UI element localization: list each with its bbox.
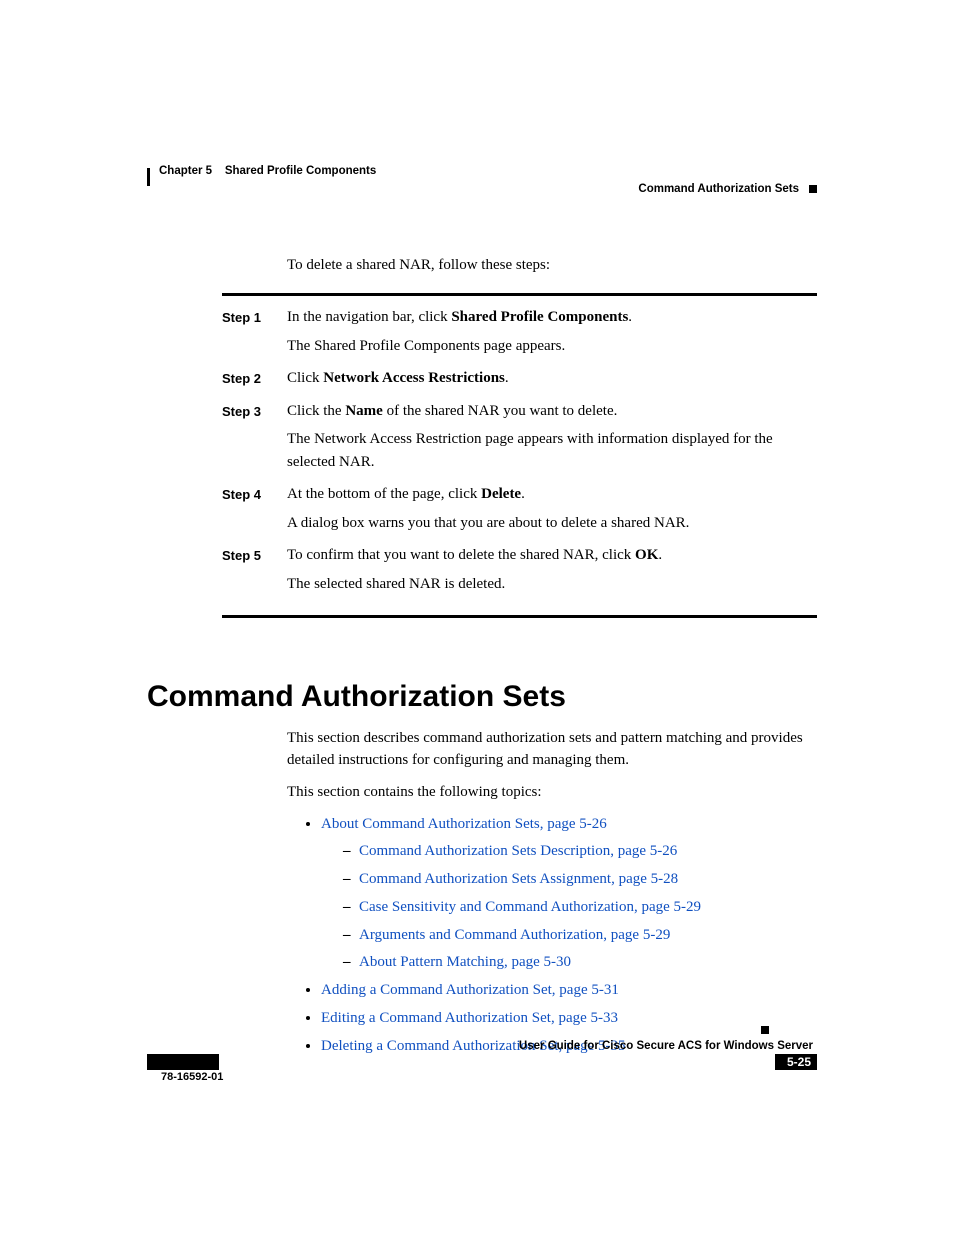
footer-bar-gap [219,1054,775,1070]
subtopic-item: Arguments and Command Authorization, pag… [343,925,817,947]
section-body: This section describes command authoriza… [287,728,817,1057]
step-body: In the navigation bar, click Shared Prof… [287,306,817,363]
step-body: At the bottom of the page, click Delete.… [287,483,817,540]
footer-bar: 78-16592-01 5-25 [147,1054,817,1070]
topic-list: About Command Authorization Sets, page 5… [287,814,817,1058]
topic-item: About Command Authorization Sets, page 5… [321,814,817,975]
step-paragraph: The Network Access Restriction page appe… [287,428,817,473]
chapter-label: Chapter 5 [159,165,212,177]
bold-term: Network Access Restrictions [323,370,505,386]
footer-square-icon [761,1026,769,1034]
step-label: Step 3 [222,400,287,480]
topic-link[interactable]: About Command Authorization Sets, page 5… [321,816,607,832]
document-page: Chapter 5 Shared Profile Components Comm… [147,165,817,1063]
step-label: Step 1 [222,306,287,363]
section-header: Command Authorization Sets [147,183,817,195]
bold-term: Name [345,403,383,419]
step-body: Click Network Access Restrictions. [287,367,817,396]
bold-term: Shared Profile Components [451,309,628,325]
footer-guide-title: User Guide for Cisco Secure ACS for Wind… [147,1040,817,1052]
section-intro-2: This section contains the following topi… [287,782,817,804]
topic-link[interactable]: Editing a Command Authorization Set, pag… [321,1010,618,1026]
step-row: Step 4At the bottom of the page, click D… [222,483,817,540]
subtopic-link[interactable]: Arguments and Command Authorization, pag… [359,927,670,943]
subtopic-link[interactable]: Command Authorization Sets Description, … [359,843,677,859]
section-intro-1: This section describes command authoriza… [287,728,817,772]
section-heading: Command Authorization Sets [147,680,817,714]
step-paragraph: The selected shared NAR is deleted. [287,573,817,596]
subtopic-item: Command Authorization Sets Assignment, p… [343,869,817,891]
subtopic-item: About Pattern Matching, page 5-30 [343,952,817,974]
step-paragraph: Click Network Access Restrictions. [287,367,817,390]
step-paragraph: In the navigation bar, click Shared Prof… [287,306,817,329]
subtopic-link[interactable]: Command Authorization Sets Assignment, p… [359,871,678,887]
topic-item: Editing a Command Authorization Set, pag… [321,1008,817,1030]
bold-term: OK [635,547,658,563]
footer-doc-number: 78-16592-01 [161,1071,223,1083]
step-label: Step 4 [222,483,287,540]
footer-page-number: 5-25 [787,1055,811,1069]
page-footer: User Guide for Cisco Secure ACS for Wind… [147,1040,817,1070]
step-body: To confirm that you want to delete the s… [287,544,817,601]
step-row: Step 1In the navigation bar, click Share… [222,306,817,363]
chapter-title: Shared Profile Components [225,165,376,177]
steps-top-rule-icon [222,293,817,296]
subtopic-item: Command Authorization Sets Description, … [343,841,817,863]
bold-term: Delete [481,486,521,502]
step-body: Click the Name of the shared NAR you wan… [287,400,817,480]
step-paragraph: At the bottom of the page, click Delete. [287,483,817,506]
subtopic-item: Case Sensitivity and Command Authorizati… [343,897,817,919]
steps-bottom-rule-icon [222,615,817,618]
step-row: Step 3Click the Name of the shared NAR y… [222,400,817,480]
topic-item: Adding a Command Authorization Set, page… [321,980,817,1002]
step-label: Step 5 [222,544,287,601]
steps-list: Step 1In the navigation bar, click Share… [147,306,817,601]
running-header: Chapter 5 Shared Profile Components [147,165,817,177]
step-row: Step 2Click Network Access Restrictions. [222,367,817,396]
step-row: Step 5To confirm that you want to delete… [222,544,817,601]
step-paragraph: Click the Name of the shared NAR you wan… [287,400,817,423]
step-paragraph: To confirm that you want to delete the s… [287,544,817,567]
subtopic-link[interactable]: About Pattern Matching, page 5-30 [359,954,571,970]
subtopic-list: Command Authorization Sets Description, … [321,841,817,974]
step-paragraph: The Shared Profile Components page appea… [287,335,817,358]
step-label: Step 2 [222,367,287,396]
step-paragraph: A dialog box warns you that you are abou… [287,512,817,535]
intro-paragraph: To delete a shared NAR, follow these ste… [287,255,817,275]
subtopic-link[interactable]: Case Sensitivity and Command Authorizati… [359,899,701,915]
topic-link[interactable]: Adding a Command Authorization Set, page… [321,982,619,998]
